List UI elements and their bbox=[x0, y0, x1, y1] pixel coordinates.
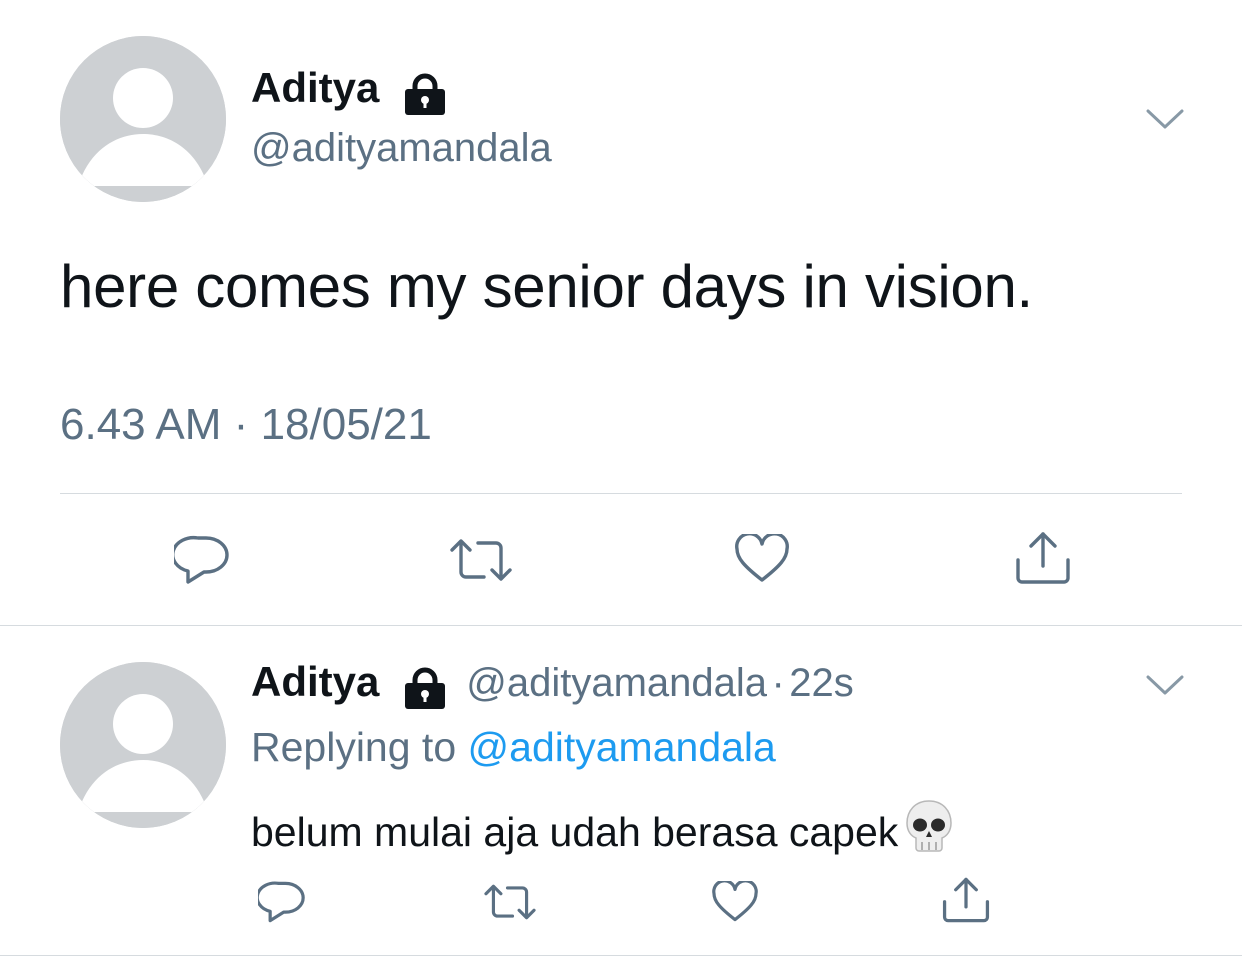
tweet-text: here comes my senior days in vision. bbox=[60, 253, 1033, 320]
reply-text: belum mulai aja udah berasa capek bbox=[251, 798, 954, 864]
section-divider bbox=[0, 625, 1242, 626]
skull-emoji-icon bbox=[904, 798, 954, 864]
reply-icon[interactable] bbox=[255, 880, 306, 929]
reply-separator: · bbox=[771, 661, 785, 705]
avatar[interactable] bbox=[60, 36, 226, 202]
chevron-down-icon[interactable] bbox=[1146, 674, 1184, 696]
reply-header: Aditya @adityamandala · 22s bbox=[251, 658, 854, 716]
tweet-time: 6.43 AM bbox=[60, 400, 222, 449]
reply-text-content: belum mulai aja udah berasa capek bbox=[251, 809, 899, 855]
heart-icon[interactable] bbox=[734, 532, 790, 589]
share-icon[interactable] bbox=[1014, 530, 1072, 591]
tweet-author[interactable]: Aditya bbox=[251, 64, 448, 122]
replying-to: Replying to @adityamandala bbox=[251, 724, 776, 771]
reply-age[interactable]: 22s bbox=[789, 661, 854, 705]
author-handle[interactable]: @adityamandala bbox=[251, 126, 552, 171]
share-icon[interactable] bbox=[941, 876, 991, 929]
default-avatar-icon bbox=[60, 36, 226, 202]
heart-icon[interactable] bbox=[711, 879, 759, 928]
tweet-timestamp[interactable]: 6.43 AM · 18/05/21 bbox=[60, 400, 432, 450]
reply-author-handle[interactable]: @adityamandala bbox=[466, 661, 767, 705]
tweet-date: 18/05/21 bbox=[260, 400, 432, 449]
retweet-icon[interactable] bbox=[481, 882, 539, 927]
retweet-icon[interactable] bbox=[446, 536, 516, 589]
lock-icon bbox=[402, 667, 448, 716]
replying-prefix: Replying to bbox=[251, 724, 457, 770]
reply-author-name[interactable]: Aditya bbox=[251, 658, 379, 705]
author-name[interactable]: Aditya bbox=[251, 64, 379, 111]
chevron-down-icon[interactable] bbox=[1146, 108, 1184, 130]
replying-to-link[interactable]: @adityamandala bbox=[468, 724, 776, 770]
meta-separator: · bbox=[233, 400, 249, 449]
default-avatar-icon bbox=[60, 662, 226, 828]
lock-icon bbox=[402, 73, 448, 122]
reply-avatar[interactable] bbox=[60, 662, 226, 828]
bottom-divider bbox=[0, 955, 1242, 956]
reply-icon[interactable] bbox=[171, 534, 230, 591]
divider bbox=[60, 493, 1182, 494]
